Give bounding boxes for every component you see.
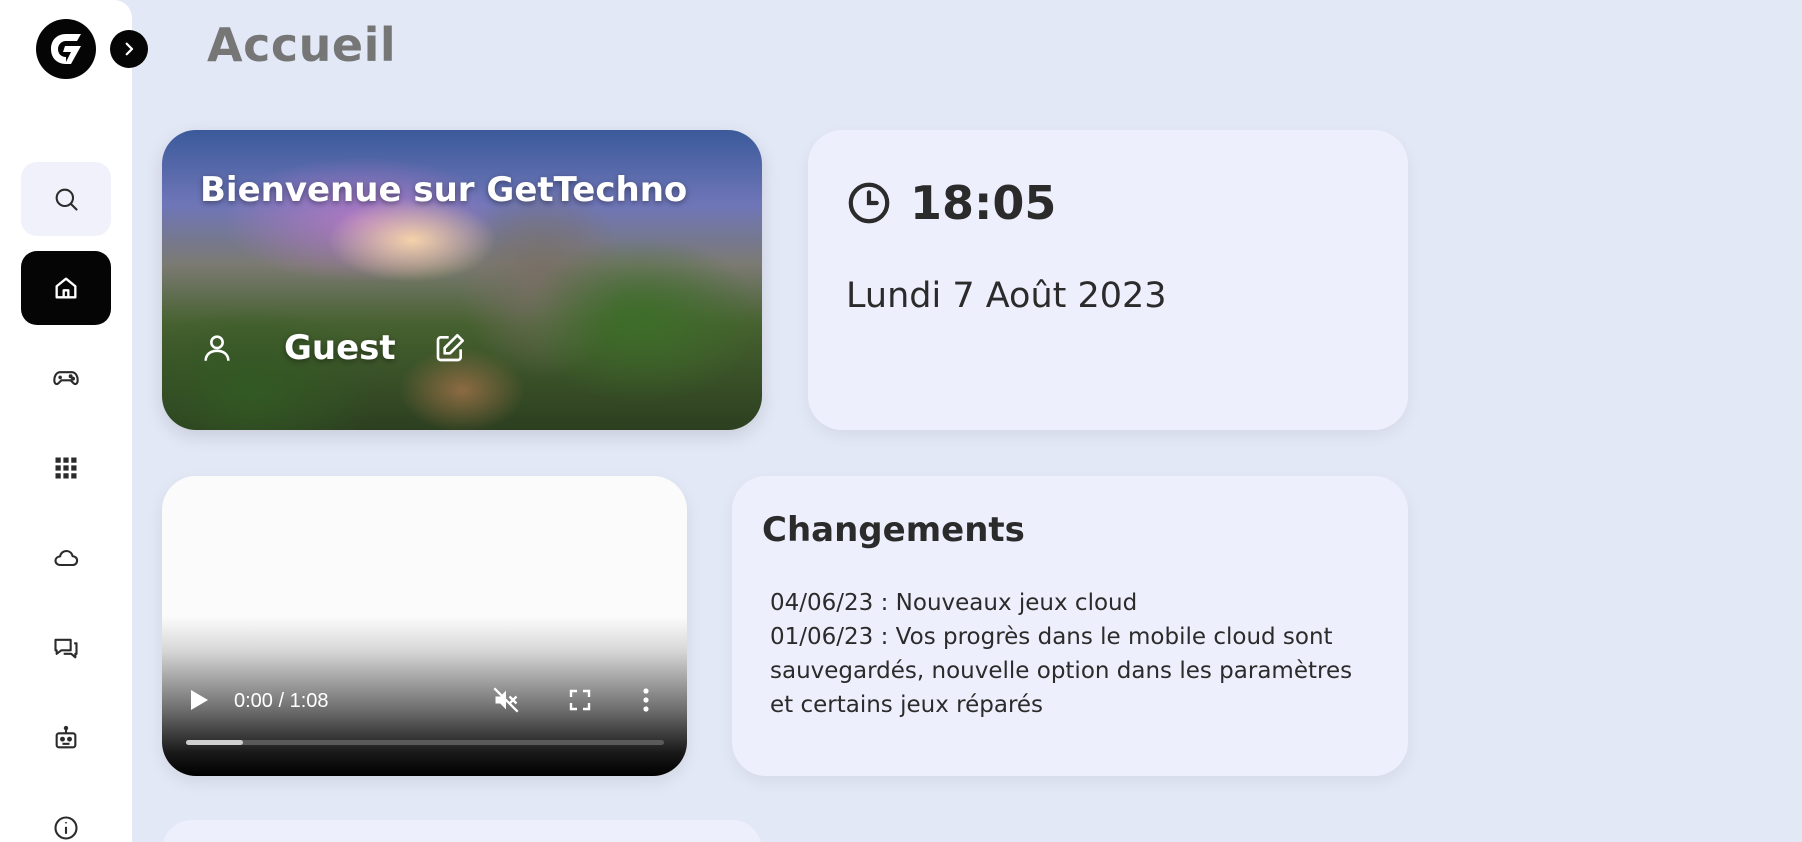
chat-icon [54,638,78,659]
video-progress-bar[interactable] [186,740,664,745]
chevron-right-icon [125,42,134,56]
changes-card: Changements 04/06/23 : Nouveaux jeux clo… [732,476,1408,776]
clock-card: 18:05 Lundi 7 Août 2023 [808,130,1408,430]
play-icon [191,690,208,710]
clock-icon [848,182,890,224]
robot-icon [55,725,77,749]
sidebar-item-cloud[interactable] [21,521,111,595]
list-item: 04/06/23 : Nouveaux jeux cloud [770,590,1138,616]
video-player[interactable]: 0:00 / 1:08 [162,476,687,776]
play-button[interactable] [188,688,210,712]
current-time: 18:05 [910,176,1057,230]
video-time: 0:00 / 1:08 [234,690,329,712]
changes-list: 04/06/23 : Nouveaux jeux cloud 01/06/23 … [770,586,1380,722]
sidebar-item-chat[interactable] [21,611,111,685]
edit-icon [436,334,464,362]
video-progress-fill [186,740,244,745]
sidebar-item-search[interactable] [21,162,111,236]
more-vertical-icon [643,688,649,712]
bottom-card [162,820,762,842]
cloud-icon [54,549,79,567]
sidebar-item-apps[interactable] [21,431,111,505]
fullscreen-icon [569,689,591,711]
changes-title: Changements [762,510,1025,550]
search-icon [55,188,78,211]
home-icon [55,277,77,299]
time-row: 18:05 [846,176,1056,230]
welcome-title: Bienvenue sur GetTechno [200,170,688,210]
info-icon [54,816,78,840]
apps-grid-icon [55,457,77,479]
page-title: Accueil [207,18,397,72]
mute-button[interactable] [492,686,520,714]
sidebar-item-info[interactable] [21,791,111,842]
fullscreen-button[interactable] [568,688,592,712]
list-item: 01/06/23 : Vos progrès dans le mobile cl… [770,624,1353,718]
user-row: Guest [200,328,466,368]
sidebar [0,0,132,842]
app-logo[interactable] [36,19,96,79]
volume-muted-icon [493,687,519,713]
sidebar-expand-button[interactable] [110,30,148,68]
gamepad-icon [53,371,79,386]
username: Guest [284,328,396,368]
more-options-button[interactable] [639,687,653,713]
user-icon [204,335,230,361]
sidebar-item-robot[interactable] [21,701,111,775]
welcome-card: Bienvenue sur GetTechno Guest [162,130,762,430]
edit-username-button[interactable] [434,332,466,364]
sidebar-item-games[interactable] [21,341,111,415]
logo-icon [51,34,81,64]
current-date: Lundi 7 Août 2023 [846,276,1167,316]
sidebar-item-home[interactable] [21,251,111,325]
